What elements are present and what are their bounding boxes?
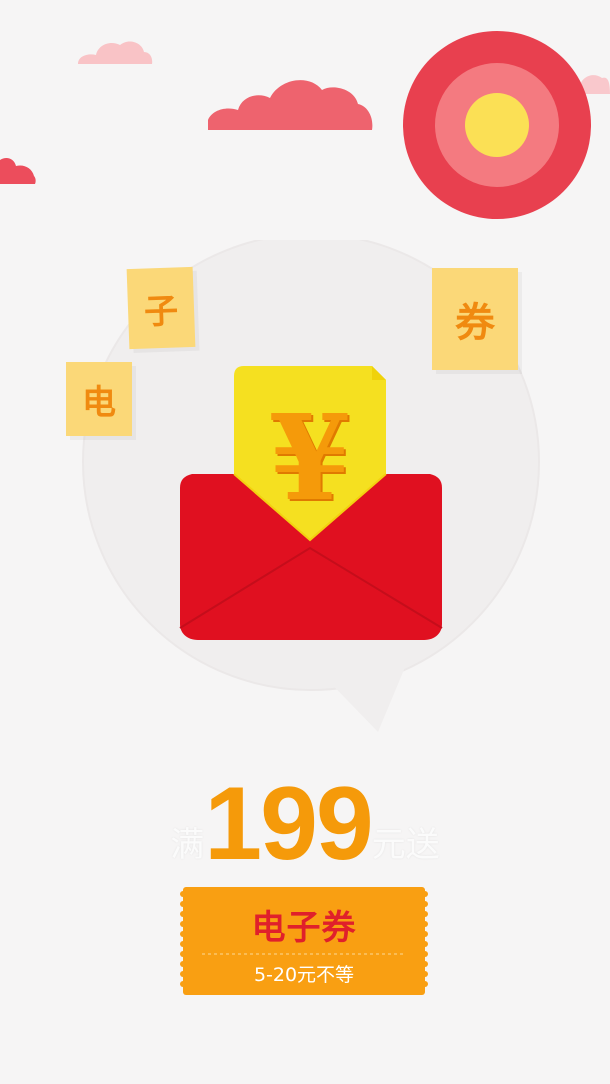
- yuan-icon: ¥: [234, 392, 386, 524]
- character-card-dian: 电: [66, 362, 132, 436]
- cloud-icon: [78, 41, 153, 64]
- coupon-subtitle: 5-20元不等: [253, 964, 355, 986]
- cloud-icon: [0, 158, 36, 184]
- character-card-quan: 券: [432, 268, 518, 370]
- promo-headline: 满 199 元送: [0, 766, 610, 883]
- yuan-symbol: ¥: [268, 388, 352, 527]
- character-card-quan-label: 券: [455, 300, 495, 346]
- promo-amount: 199: [204, 766, 374, 883]
- coupon-ticket[interactable]: 电子券 5-20元不等: [180, 884, 428, 998]
- sun-icon: [403, 31, 591, 219]
- promo-prefix: 满: [170, 825, 205, 865]
- promo-suffix: 元送: [371, 825, 440, 865]
- coupon-title: 电子券: [251, 908, 357, 948]
- cloud-icon: [208, 80, 373, 130]
- character-card-zi: 子: [126, 266, 196, 350]
- character-card-dian-label: 电: [82, 382, 116, 423]
- character-card-zi-label: 子: [143, 290, 179, 333]
